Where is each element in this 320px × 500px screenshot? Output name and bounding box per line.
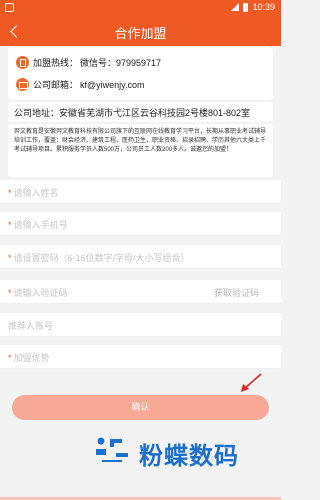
- required-mark: *: [8, 288, 12, 298]
- phone-icon: [16, 56, 29, 69]
- verification-code-field[interactable]: * 请输入验证码 获取验证码: [0, 280, 281, 304]
- get-code-button[interactable]: 获取验证码: [214, 286, 259, 299]
- email-value: kf@yiwenjy.com: [80, 79, 145, 90]
- watermark-text: 粉蝶数码: [139, 443, 239, 470]
- nav-bar: 合作加盟: [0, 16, 281, 46]
- name-placeholder: 请输入姓名: [13, 188, 59, 198]
- hotline-row: 加盟热线： 微信号：979959717: [16, 56, 161, 69]
- email-label: 公司邮箱：: [33, 80, 79, 90]
- referrer-placeholder: 推荐人账号: [8, 321, 54, 331]
- hotline-value: 微信号：979959717: [80, 58, 162, 68]
- required-mark: *: [8, 188, 12, 198]
- page-title: 合作加盟: [114, 26, 167, 41]
- watermark-logo-icon: [96, 437, 128, 462]
- advantage-field[interactable]: * 加盟优势: [0, 345, 281, 369]
- name-field[interactable]: * 请输入姓名: [0, 180, 281, 204]
- password-placeholder: 请设置密码（6-16位数字/字母/大小写组合）: [13, 253, 190, 263]
- watermark: 粉蝶数码: [92, 433, 272, 470]
- status-bar: 10:39: [0, 0, 281, 16]
- password-field[interactable]: * 请设置密码（6-16位数字/字母/大小写组合）: [0, 245, 281, 269]
- phone-placeholder: 请输入手机号: [13, 220, 68, 230]
- notification-icon: [5, 3, 14, 12]
- contact-card: 加盟热线： 微信号：979959717 公司邮箱： kf@yiwenjy.com: [8, 47, 273, 100]
- confirm-button[interactable]: 确认: [12, 395, 269, 420]
- advantage-placeholder: 加盟优势: [13, 353, 50, 363]
- status-time: 10:39: [252, 2, 275, 12]
- status-right: 10:39: [231, 2, 275, 12]
- required-mark: *: [8, 220, 12, 230]
- company-intro: 羿文教育是安徽羿文教育科技有限公司旗下的互联网在线教育学习平台，长期从事职业考试…: [8, 124, 273, 177]
- required-mark: *: [8, 353, 12, 363]
- phone-field[interactable]: * 请输入手机号: [0, 212, 281, 236]
- required-mark: *: [8, 253, 12, 263]
- email-row: 公司邮箱： kf@yiwenjy.com: [16, 78, 145, 91]
- hotline-label: 加盟热线：: [33, 58, 79, 68]
- code-placeholder: 请输入验证码: [13, 288, 68, 298]
- referrer-field[interactable]: 推荐人账号: [0, 313, 281, 337]
- mail-icon: [16, 78, 29, 91]
- company-address: 公司地址：安徽省芜湖市弋江区云谷科技园2号楼801-802室: [8, 102, 273, 122]
- signal-icon: [231, 3, 240, 11]
- pointer-arrow-icon: [241, 373, 262, 392]
- battery-icon: [243, 2, 249, 12]
